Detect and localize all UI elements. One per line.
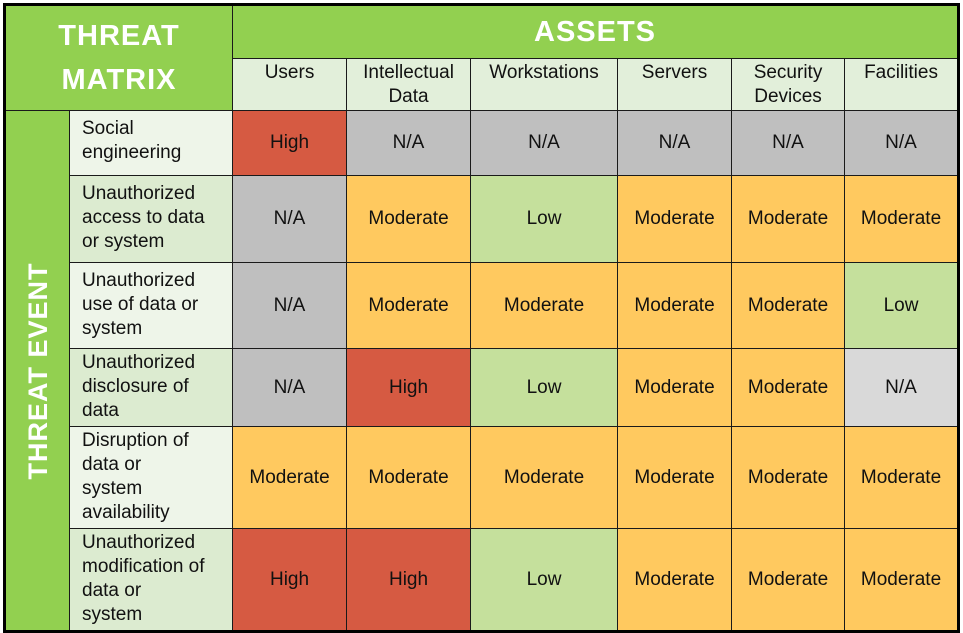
row-label-line: Social bbox=[82, 118, 134, 139]
risk-cell: Moderate bbox=[617, 528, 733, 632]
risk-cell: Low bbox=[470, 175, 619, 263]
table-row: Unauthorized use of data or system N/A M… bbox=[5, 262, 960, 349]
table-row: Unauthorized disclosure of data N/A High… bbox=[5, 348, 960, 427]
table-row: Disruption of data or system availabilit… bbox=[5, 426, 960, 529]
row-label-disruption: Disruption of data or system availabilit… bbox=[68, 426, 234, 529]
risk-cell: N/A bbox=[232, 348, 348, 427]
risk-cell: N/A bbox=[617, 110, 733, 176]
asset-label: Devices bbox=[754, 86, 822, 107]
asset-label: Users bbox=[264, 62, 315, 83]
row-label-unauthorized-access: Unauthorized access to data or system bbox=[68, 175, 234, 263]
risk-cell: N/A bbox=[232, 262, 348, 349]
table-row: Unauthorized modification of data or sys… bbox=[5, 528, 960, 632]
risk-cell: Moderate bbox=[617, 348, 733, 427]
row-label-line: data bbox=[82, 400, 119, 421]
assets-header: ASSETS bbox=[232, 4, 960, 59]
risk-cell: High bbox=[232, 110, 348, 176]
asset-header-intellectual-data: Intellectual Data bbox=[346, 58, 472, 111]
asset-header-facilities: Facilities bbox=[844, 58, 960, 111]
asset-label: Data bbox=[388, 86, 429, 107]
matrix-title: THREAT MATRIX bbox=[3, 4, 234, 111]
risk-cell: High bbox=[232, 528, 348, 632]
risk-cell: Moderate bbox=[731, 348, 846, 427]
table-row: THREAT EVENT Social engineering High N/A… bbox=[4, 110, 960, 632]
risk-cell: High bbox=[346, 528, 472, 632]
risk-cell: Low bbox=[470, 528, 619, 632]
risk-cell: N/A bbox=[844, 110, 960, 176]
row-label-line: data or bbox=[82, 454, 142, 475]
row-label-social-engineering: Social engineering bbox=[68, 110, 234, 176]
row-label-unauthorized-modification: Unauthorized modification of data or sys… bbox=[68, 528, 234, 632]
row-label-unauthorized-disclosure: Unauthorized disclosure of data bbox=[68, 348, 234, 427]
risk-cell: N/A bbox=[232, 175, 348, 263]
row-label-line: modification of bbox=[82, 556, 205, 577]
risk-cell: Moderate bbox=[346, 426, 472, 529]
risk-cell: Moderate bbox=[470, 262, 619, 349]
row-label-line: system bbox=[82, 318, 143, 339]
asset-header-users: Users bbox=[232, 58, 348, 111]
row-label-line: availability bbox=[82, 502, 170, 523]
asset-label: Workstations bbox=[489, 62, 599, 83]
row-label-line: system bbox=[82, 478, 143, 499]
risk-cell: High bbox=[346, 348, 472, 427]
risk-cell: Moderate bbox=[731, 426, 846, 529]
asset-label: Servers bbox=[641, 62, 708, 83]
risk-cell: N/A bbox=[844, 348, 960, 427]
row-label-line: Disruption of bbox=[82, 430, 189, 451]
risk-cell: Moderate bbox=[844, 426, 960, 529]
risk-cell: Moderate bbox=[844, 175, 960, 263]
risk-cell: N/A bbox=[346, 110, 472, 176]
row-label-line: disclosure of bbox=[82, 376, 189, 397]
threat-event-header: THREAT EVENT bbox=[4, 110, 70, 632]
risk-cell: Moderate bbox=[617, 262, 733, 349]
asset-header-servers: Servers bbox=[617, 58, 733, 111]
row-label-unauthorized-use: Unauthorized use of data or system bbox=[68, 262, 234, 349]
row-label-line: data or bbox=[82, 580, 142, 601]
row-label-line: access to data bbox=[82, 207, 205, 228]
threat-matrix-table: THREAT MATRIX ASSETS Users Intellectual … bbox=[3, 3, 961, 633]
risk-cell: Moderate bbox=[617, 426, 733, 529]
row-label-line: Unauthorized bbox=[82, 352, 196, 373]
risk-cell: Low bbox=[844, 262, 960, 349]
risk-cell: Moderate bbox=[232, 426, 348, 529]
risk-cell: Moderate bbox=[470, 426, 619, 529]
risk-cell: Low bbox=[470, 348, 619, 427]
risk-cell: Moderate bbox=[731, 528, 846, 632]
row-label-line: Unauthorized bbox=[82, 270, 196, 291]
row-label-line: or system bbox=[82, 231, 165, 252]
row-label-line: system bbox=[82, 604, 143, 625]
risk-cell: Moderate bbox=[731, 175, 846, 263]
table-row: Unauthorized access to data or system N/… bbox=[5, 175, 960, 263]
matrix-title-line1: THREAT bbox=[58, 20, 180, 52]
matrix-title-line2: MATRIX bbox=[61, 64, 177, 96]
risk-cell: Moderate bbox=[617, 175, 733, 263]
row-label-line: use of data or bbox=[82, 294, 199, 315]
threat-event-label: THREAT EVENT bbox=[22, 261, 53, 480]
row-label-line: engineering bbox=[82, 142, 182, 163]
row-label-line: Unauthorized bbox=[82, 183, 196, 204]
asset-label: Intellectual bbox=[363, 62, 454, 83]
asset-header-workstations: Workstations bbox=[470, 58, 619, 111]
row-label-line: Unauthorized bbox=[82, 532, 196, 553]
risk-cell: Moderate bbox=[844, 528, 960, 632]
risk-cell: Moderate bbox=[346, 262, 472, 349]
risk-cell: Moderate bbox=[346, 175, 472, 263]
risk-cell: N/A bbox=[731, 110, 846, 176]
risk-cell: N/A bbox=[470, 110, 619, 176]
asset-label: Security bbox=[753, 62, 823, 83]
risk-cell: Moderate bbox=[731, 262, 846, 349]
asset-label: Facilities bbox=[864, 62, 938, 83]
asset-header-security-devices: Security Devices bbox=[731, 58, 846, 111]
